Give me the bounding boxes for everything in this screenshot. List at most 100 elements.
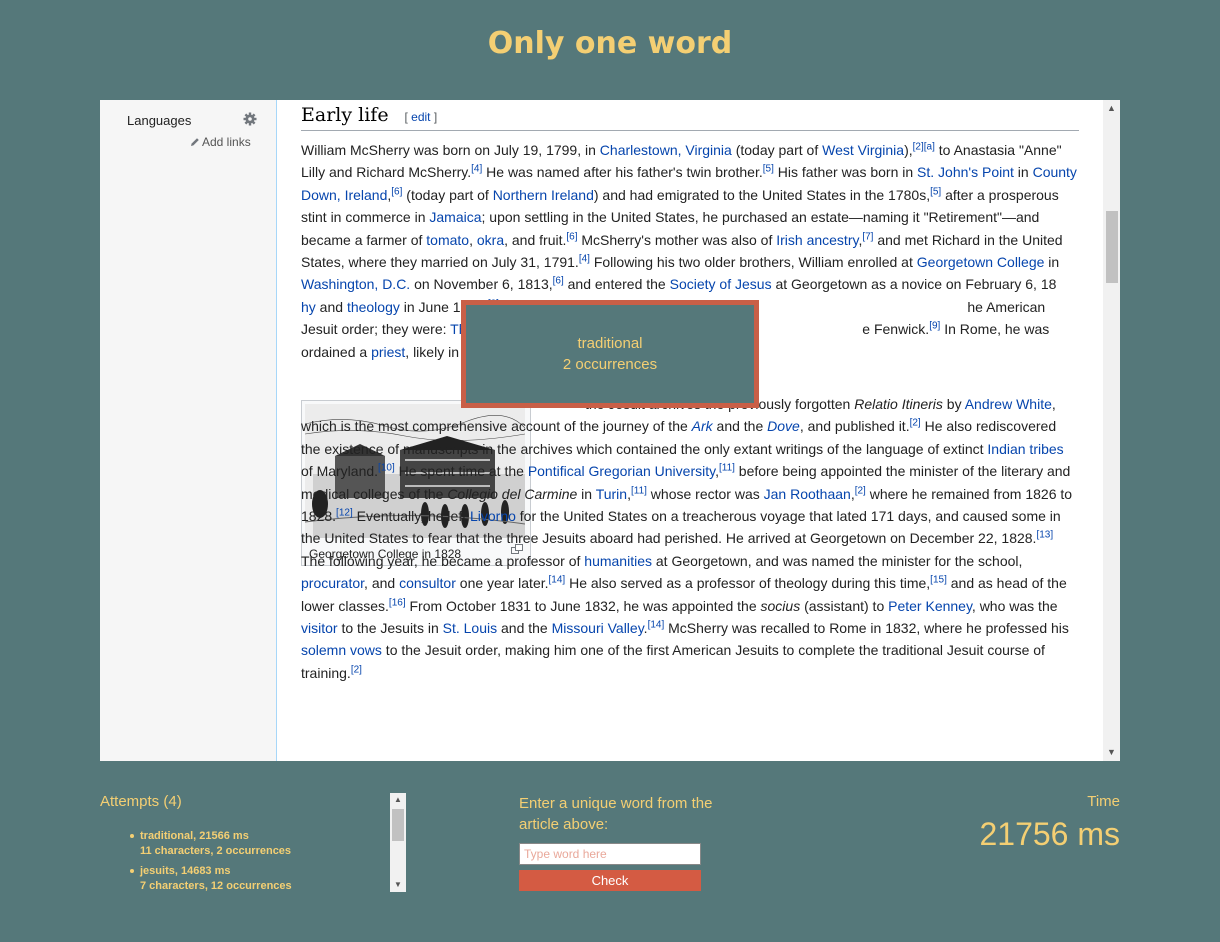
citation-link[interactable]: [11] [631,485,647,496]
article-link[interactable]: Indian tribes [987,441,1063,457]
italic-text: Relatio Itineris [854,396,943,412]
attempts-list: traditional, 21566 ms 11 characters, 2 o… [128,829,292,899]
scroll-down-arrow-icon[interactable]: ▼ [390,878,406,892]
citation-link[interactable]: [14] [549,575,566,586]
result-popup: traditional 2 occurrences [461,300,759,408]
time-label: Time [1087,793,1120,810]
list-item: jesuits, 14683 ms 7 characters, 12 occur… [128,864,292,894]
article-link[interactable]: consultor [399,575,456,591]
citation-link[interactable]: [16] [389,597,406,608]
text-run: McSherry was recalled to Rome in 1832, w… [664,620,1073,637]
text-run: at Georgetown, and was named the ministe… [651,552,1027,569]
text-run: Eventually, he left [352,508,470,525]
article-link[interactable]: Ark [692,418,713,434]
text-run: His father was born in [773,164,918,181]
article-link[interactable]: Charlestown, Virginia [600,142,732,158]
text-run: , and [364,575,400,592]
article-link[interactable]: priest [371,344,405,360]
citation-link[interactable]: [10] [378,463,395,474]
citation-link[interactable]: [14] [648,619,665,630]
languages-label: Languages [127,113,192,128]
text-run [757,299,967,315]
citation-link[interactable]: [4] [579,253,590,264]
citation-link[interactable]: [4] [471,164,482,175]
article-link[interactable]: hy [301,299,316,315]
citation-link[interactable]: [12] [336,507,353,518]
text-run: by [942,396,965,412]
article-link[interactable]: West Virginia [822,142,904,158]
text-run: in [1044,254,1064,271]
citation-link[interactable]: [6] [566,231,577,242]
citation-link[interactable]: [13] [1036,530,1053,541]
citation-link[interactable]: [2][a] [913,141,935,152]
article-link[interactable]: St. Louis [443,620,497,636]
popup-occurrences: 2 occurrences [562,356,658,373]
citation-link[interactable]: [5] [763,164,774,175]
article-link[interactable]: procurator [301,575,364,591]
article-link[interactable]: Andrew White [965,396,1052,412]
italic-text: Collegio del Carmine [447,485,578,502]
article-link[interactable]: visitor [301,620,338,636]
check-button[interactable]: Check [519,870,701,891]
text-run: He spent time at the [394,463,528,480]
list-item: traditional, 21566 ms 11 characters, 2 o… [128,829,292,859]
scroll-up-arrow-icon[interactable]: ▲ [390,793,406,807]
article-link[interactable]: Society of Jesus [670,276,772,292]
scroll-thumb[interactable] [1106,211,1118,283]
citation-link[interactable]: [11] [719,463,735,474]
scroll-up-arrow-icon[interactable]: ▲ [1103,100,1120,117]
article-link[interactable]: Jan Roothaan [764,486,851,502]
citation-link[interactable]: [6] [391,186,402,197]
sidebar: Languages Add links [100,100,277,761]
text-run: He also served as a professor of theolog… [565,575,931,592]
article-link[interactable]: Dove [767,418,800,434]
article-link[interactable]: Turin [596,486,627,502]
article-link[interactable]: Pontifical Gregorian University [528,463,715,479]
article-link[interactable]: Peter Kenney [888,598,972,614]
article-scrollbar[interactable]: ▲ ▼ [1103,100,1120,761]
gear-icon[interactable] [243,112,257,126]
article-link[interactable]: Northern Ireland [493,187,594,203]
article-link[interactable]: Missouri Valley [552,620,644,636]
page-title: Only one word [487,26,733,61]
attempts-scrollbar[interactable]: ▲ ▼ [390,793,406,892]
text-run: in [577,485,596,502]
word-input[interactable] [519,843,701,865]
text-run: one year later. [455,575,549,592]
text-run: on November 6, 1813, [410,276,553,293]
article-link[interactable]: Georgetown College [917,254,1045,270]
citation-link[interactable]: [7] [862,231,873,242]
article-link[interactable]: tomato [426,232,469,248]
section-heading-text: Early life [301,104,389,126]
edit-link[interactable]: edit [411,110,430,124]
text-run: and entered the [563,276,670,293]
article-link[interactable]: Jamaica [429,209,481,225]
article-link[interactable]: solemn vows [301,642,382,658]
scroll-down-arrow-icon[interactable]: ▼ [1103,744,1120,761]
citation-link[interactable]: [5] [930,186,941,197]
text-run: at Georgetown as a novice on February 6,… [771,276,1057,293]
citation-link[interactable]: [15] [930,575,947,586]
article-link[interactable]: Washington, D.C. [301,276,410,292]
text-run: , [469,231,477,248]
attempt-details: 11 characters, 2 occurrences [140,845,292,857]
citation-link[interactable]: [2] [910,418,921,429]
citation-link[interactable]: [2] [855,485,866,496]
article-link[interactable]: Livorno [470,508,516,524]
article-link[interactable]: okra [477,232,504,248]
article-link[interactable]: St. John's Point [917,164,1014,180]
attempt-summary: jesuits, 14683 ms [140,865,231,877]
article-link[interactable]: Irish ancestry [776,232,858,248]
citation-link[interactable]: [6] [553,276,564,287]
text-run: and the [712,418,768,435]
text-run: He was named after his father's twin bro… [482,164,763,181]
citation-link[interactable]: [9] [929,321,940,332]
article-link[interactable]: theology [347,299,400,315]
citation-link[interactable]: [2] [351,664,362,675]
article-link[interactable]: humanities [584,553,652,569]
add-links-link[interactable]: Add links [190,135,251,149]
edit-section: [ edit ] [404,110,437,124]
edit-bracket-open: [ [404,110,408,124]
scroll-thumb[interactable] [392,809,404,841]
text-run: in [1013,164,1033,181]
